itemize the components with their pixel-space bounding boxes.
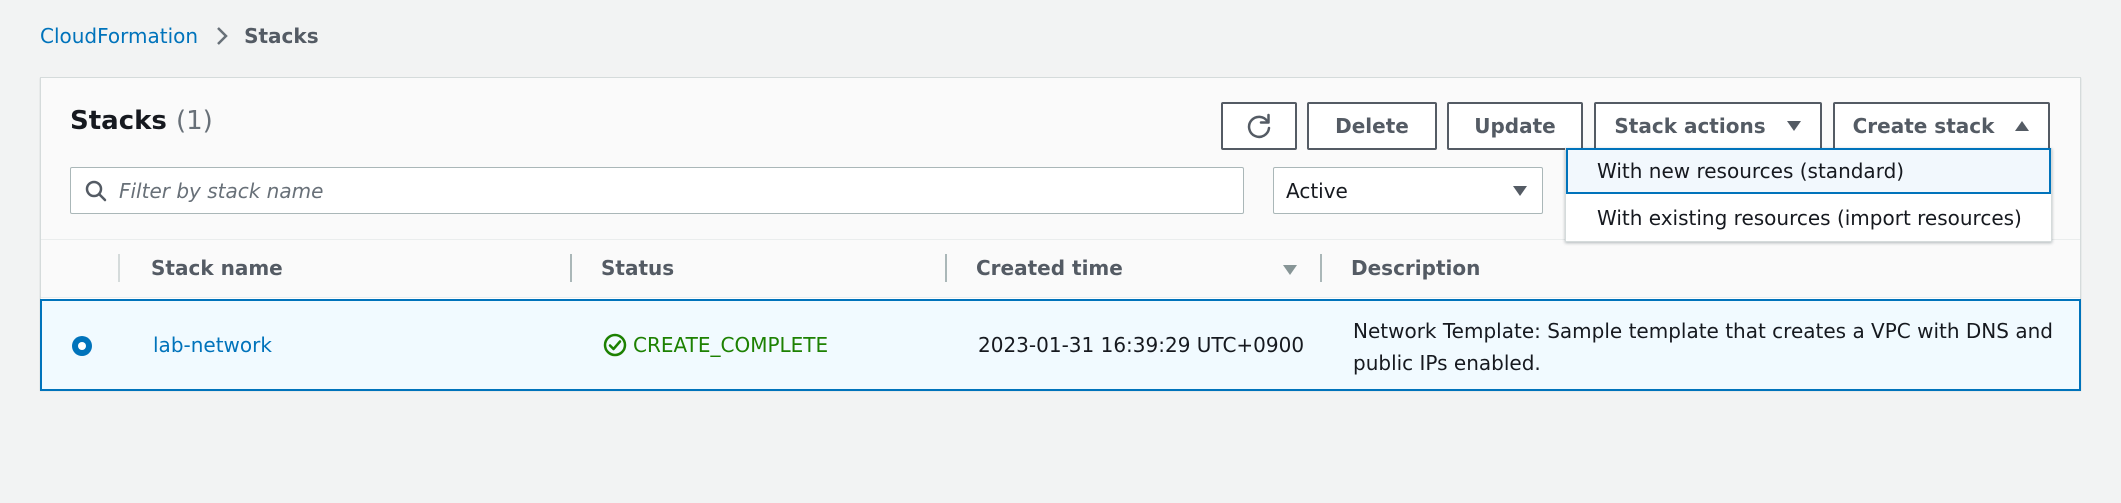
update-button-label: Update: [1474, 114, 1556, 138]
column-header-created-time[interactable]: Created time: [976, 256, 1123, 280]
radio-dot: [78, 342, 86, 350]
page-title: Stacks (1): [70, 106, 213, 136]
search-box[interactable]: [70, 167, 1244, 214]
column-divider: [118, 254, 120, 282]
menu-item-existing-resources[interactable]: With existing resources (import resource…: [1566, 195, 2051, 241]
search-icon: [85, 180, 107, 202]
caret-down-icon: [1786, 120, 1802, 132]
description: Network Template: Sample template that c…: [1353, 315, 2053, 379]
chevron-right-icon: [216, 26, 228, 46]
search-input[interactable]: [119, 178, 1219, 203]
row-select-radio[interactable]: [72, 336, 92, 356]
column-divider[interactable]: [570, 254, 572, 282]
stack-actions-button[interactable]: Stack actions: [1594, 102, 1822, 150]
column-divider[interactable]: [945, 254, 947, 282]
stack-name-link[interactable]: lab-network: [153, 333, 272, 357]
panel-title: Stacks: [70, 106, 167, 136]
update-button[interactable]: Update: [1447, 102, 1583, 150]
stack-actions-label: Stack actions: [1614, 114, 1766, 138]
status-filter-select[interactable]: Active: [1273, 167, 1543, 214]
column-header-stack-name[interactable]: Stack name: [151, 256, 283, 280]
stack-count: (1): [175, 106, 213, 136]
table-header: Stack name Status Created time Descripti…: [41, 240, 2080, 298]
column-divider[interactable]: [1320, 254, 1322, 282]
status-text: CREATE_COMPLETE: [633, 333, 829, 357]
refresh-icon: [1245, 112, 1273, 140]
status-badge: CREATE_COMPLETE: [603, 333, 828, 357]
breadcrumb-current: Stacks: [244, 24, 319, 48]
create-stack-label: Create stack: [1852, 114, 1995, 138]
delete-button-label: Delete: [1335, 114, 1409, 138]
refresh-button[interactable]: [1221, 102, 1297, 150]
success-check-icon: [603, 333, 627, 357]
caret-down-icon: [1512, 185, 1528, 197]
description-line-2: public IPs enabled.: [1353, 351, 1541, 375]
create-stack-menu: With new resources (standard) With exist…: [1565, 148, 2052, 242]
create-stack-button[interactable]: Create stack: [1833, 102, 2050, 150]
breadcrumb: CloudFormation Stacks: [40, 22, 319, 50]
description-line-1: Network Template: Sample template that c…: [1353, 319, 2053, 343]
created-time: 2023-01-31 16:39:29 UTC+0900: [978, 333, 1305, 357]
status-filter-value: Active: [1286, 178, 1348, 203]
delete-button[interactable]: Delete: [1307, 102, 1437, 150]
column-header-description[interactable]: Description: [1351, 256, 1480, 280]
column-header-status[interactable]: Status: [601, 256, 674, 280]
menu-item-new-resources[interactable]: With new resources (standard): [1566, 148, 2051, 194]
table-row[interactable]: lab-network CREATE_COMPLETE 2023-01-31 1…: [40, 299, 2081, 391]
sort-descending-icon[interactable]: [1282, 264, 1298, 276]
caret-up-icon: [2014, 120, 2030, 132]
breadcrumb-cloudformation-link[interactable]: CloudFormation: [40, 24, 198, 48]
